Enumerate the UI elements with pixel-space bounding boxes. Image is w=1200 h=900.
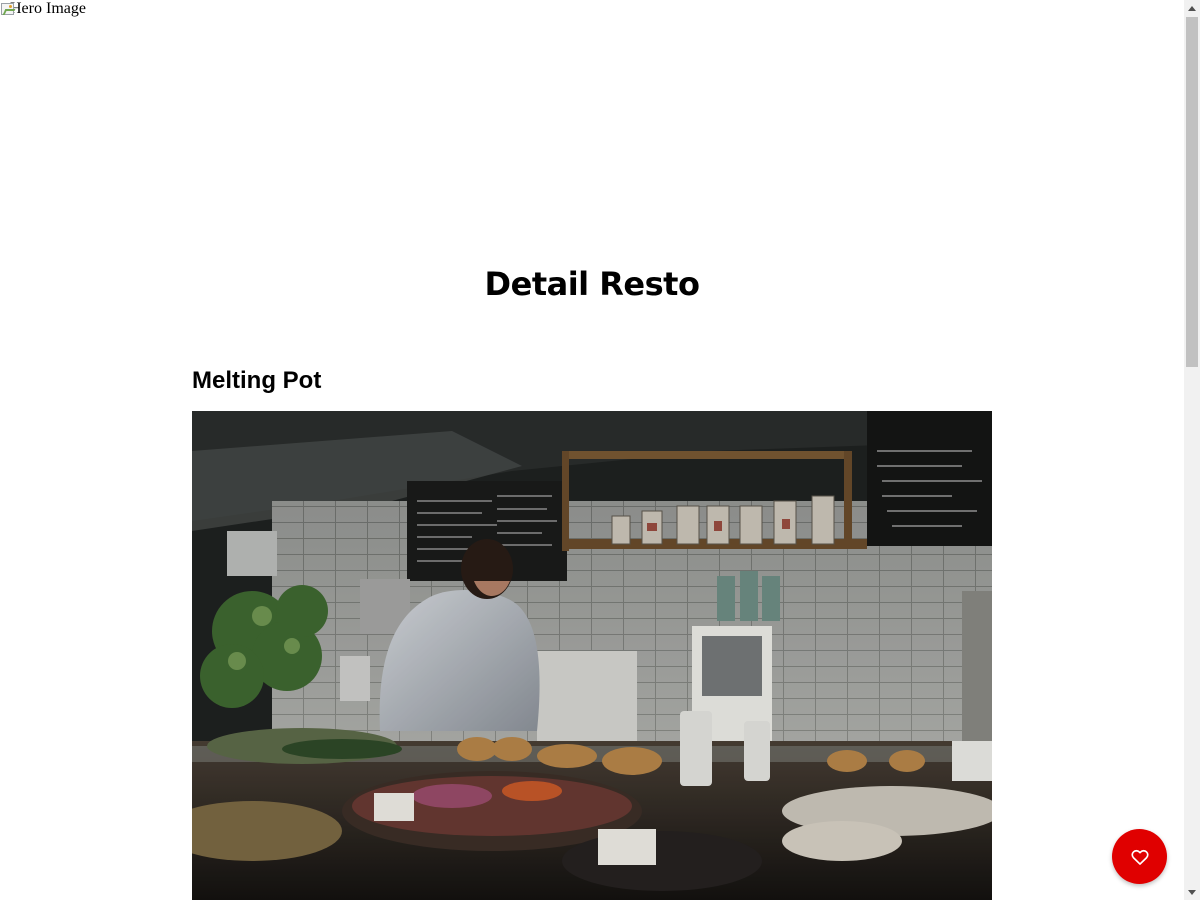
restaurant-image <box>192 411 992 900</box>
scroll-down-arrow-icon[interactable] <box>1184 884 1200 900</box>
vertical-scrollbar[interactable] <box>1184 0 1200 900</box>
heart-icon <box>1130 849 1149 865</box>
restaurant-name: Melting Pot <box>192 367 322 394</box>
scroll-up-arrow-icon[interactable] <box>1184 0 1200 16</box>
hero: Hero Image <box>0 0 1184 230</box>
scroll-thumb[interactable] <box>1186 17 1198 367</box>
hero-image-alt-text: Hero Image <box>10 0 86 17</box>
hero-image: Hero Image <box>0 0 86 18</box>
broken-image-icon <box>0 1 16 17</box>
page-viewport: Hero Image Detail Resto Melting Pot <box>0 0 1184 900</box>
like-button[interactable] <box>1112 829 1167 884</box>
page-title: Detail Resto <box>484 265 700 303</box>
